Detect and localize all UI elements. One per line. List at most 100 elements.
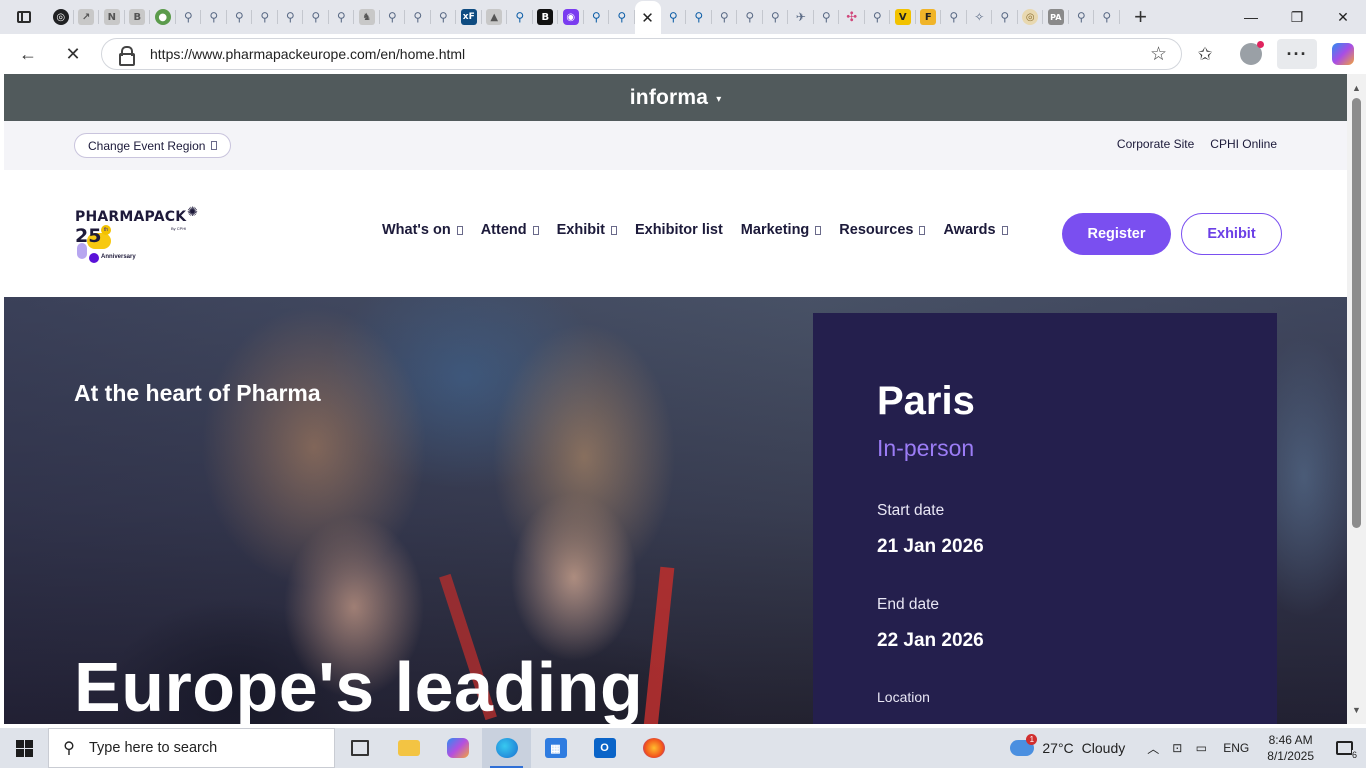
tab-actions-icon[interactable] bbox=[0, 0, 48, 34]
tab[interactable]: ✈ bbox=[788, 0, 814, 34]
tab[interactable]: ▲ bbox=[482, 0, 508, 34]
register-button[interactable]: Register bbox=[1062, 213, 1171, 255]
scrollbar-thumb[interactable] bbox=[1352, 98, 1361, 528]
tab[interactable]: ⚲ bbox=[507, 0, 533, 34]
tab[interactable]: ⚲ bbox=[405, 0, 431, 34]
search-icon: ⚲ bbox=[234, 10, 244, 24]
battery-icon[interactable]: ▭ bbox=[1189, 741, 1213, 755]
tab[interactable]: PA bbox=[1043, 0, 1069, 34]
favorite-star-icon[interactable]: ☆ bbox=[1150, 43, 1167, 66]
close-window-icon[interactable]: ✕ bbox=[1320, 0, 1366, 34]
tab[interactable]: ⚲ bbox=[712, 0, 738, 34]
pharmapack-logo[interactable]: PHARMAPACK ✺ By CPHI 25 th Anniversary bbox=[75, 204, 205, 266]
cphi-online-link[interactable]: CPHI Online bbox=[1210, 137, 1277, 151]
address-bar[interactable]: https://www.pharmapackeurope.com/en/home… bbox=[101, 38, 1182, 70]
language-indicator[interactable]: ENG bbox=[1223, 741, 1249, 755]
tab[interactable]: ⚲ bbox=[992, 0, 1018, 34]
menu-dots-icon[interactable]: ··· bbox=[1277, 39, 1317, 69]
tab[interactable]: ◉ bbox=[558, 0, 584, 34]
informa-logo[interactable]: informa bbox=[630, 86, 708, 110]
tab[interactable]: N bbox=[99, 0, 125, 34]
folder-icon bbox=[397, 740, 420, 756]
corporate-site-link[interactable]: Corporate Site bbox=[1117, 137, 1194, 151]
restore-icon[interactable]: ❐ bbox=[1274, 0, 1320, 34]
tab[interactable]: ⚲ bbox=[252, 0, 278, 34]
copilot-button[interactable] bbox=[1320, 34, 1366, 74]
tab[interactable]: ♞ bbox=[354, 0, 380, 34]
tab[interactable]: ◎ bbox=[48, 0, 74, 34]
tab[interactable]: ⚲ bbox=[1069, 0, 1095, 34]
clock[interactable]: 8:46 AM 8/1/2025 bbox=[1267, 732, 1314, 764]
tab[interactable]: V bbox=[890, 0, 916, 34]
nav-item-resources[interactable]: Resources bbox=[839, 222, 926, 238]
new-tab-button[interactable]: + bbox=[1126, 0, 1156, 34]
file-explorer-button[interactable] bbox=[384, 728, 433, 768]
scroll-up-icon[interactable]: ▲ bbox=[1347, 80, 1366, 96]
chevron-up-icon[interactable]: ︿ bbox=[1141, 740, 1165, 757]
search-icon: ⚲ bbox=[821, 10, 831, 24]
close-tab-icon[interactable]: ✕ bbox=[641, 9, 654, 27]
profile-button[interactable] bbox=[1228, 34, 1274, 74]
tab[interactable]: B bbox=[533, 0, 559, 34]
tab[interactable]: ⚲ bbox=[814, 0, 840, 34]
back-arrow-icon[interactable]: ← bbox=[10, 36, 46, 72]
active-tab[interactable]: ✕ bbox=[634, 1, 661, 35]
tab[interactable]: ⚲ bbox=[661, 0, 687, 34]
favorites-icon[interactable]: ✩ bbox=[1182, 34, 1228, 74]
copilot-app-button[interactable] bbox=[433, 728, 482, 768]
change-event-region-button[interactable]: Change Event Region bbox=[74, 133, 232, 158]
tab[interactable]: ⚲ bbox=[763, 0, 789, 34]
nav-item-marketing[interactable]: Marketing bbox=[741, 222, 822, 238]
nav-item-exhibit[interactable]: Exhibit bbox=[557, 222, 617, 238]
url-text[interactable]: https://www.pharmapackeurope.com/en/home… bbox=[150, 46, 465, 62]
network-icon[interactable]: ⊡ bbox=[1165, 741, 1189, 755]
tab[interactable]: ⚲ bbox=[278, 0, 304, 34]
nav-item-exhibitor-list[interactable]: Exhibitor list bbox=[635, 222, 723, 238]
tab[interactable]: ⚲ bbox=[176, 0, 202, 34]
tab[interactable]: ⚲ bbox=[609, 0, 635, 34]
tab[interactable]: ● bbox=[150, 0, 176, 34]
page-scrollbar[interactable]: ▲ ▼ bbox=[1347, 74, 1366, 724]
search-placeholder[interactable]: Type here to search bbox=[89, 740, 217, 756]
stop-loading-icon[interactable]: ✕ bbox=[55, 36, 91, 72]
nav-item-attend[interactable]: Attend bbox=[481, 222, 539, 238]
weather-widget[interactable]: 1 27°C Cloudy bbox=[1010, 734, 1125, 756]
informa-bar[interactable]: informa ▾ bbox=[4, 74, 1347, 121]
tab[interactable]: B bbox=[125, 0, 151, 34]
tab[interactable]: ⚲ bbox=[329, 0, 355, 34]
tab[interactable]: ◎ bbox=[1018, 0, 1044, 34]
tab[interactable]: F bbox=[916, 0, 942, 34]
tab[interactable]: ⚲ bbox=[865, 0, 891, 34]
tab[interactable]: ⚲ bbox=[584, 0, 610, 34]
tab[interactable]: ⚲ bbox=[303, 0, 329, 34]
tab[interactable]: ✧ bbox=[967, 0, 993, 34]
tab[interactable]: ⚲ bbox=[737, 0, 763, 34]
tab[interactable]: ✣ bbox=[839, 0, 865, 34]
edge-app-button[interactable] bbox=[482, 728, 531, 768]
outlook-app-button[interactable]: O bbox=[580, 728, 629, 768]
notification-center-button[interactable]: 6 bbox=[1322, 728, 1366, 768]
tab[interactable]: ⚲ bbox=[941, 0, 967, 34]
tab[interactable]: ⚲ bbox=[431, 0, 457, 34]
scroll-down-icon[interactable]: ▼ bbox=[1347, 702, 1366, 718]
tab[interactable]: ⚲ bbox=[686, 0, 712, 34]
nav-item-awards[interactable]: Awards bbox=[943, 222, 1008, 238]
main-navigation: PHARMAPACK ✺ By CPHI 25 th Anniversary W… bbox=[4, 170, 1347, 297]
chevron-down-icon[interactable]: ▾ bbox=[716, 94, 721, 105]
search-icon: ⚲ bbox=[949, 10, 959, 24]
start-button[interactable] bbox=[0, 728, 48, 768]
store-app-button[interactable]: ▦ bbox=[531, 728, 580, 768]
tab[interactable]: ⚲ bbox=[1094, 0, 1120, 34]
firefox-app-button[interactable] bbox=[629, 728, 678, 768]
tab[interactable]: ↗ bbox=[74, 0, 100, 34]
tab[interactable]: ⚲ bbox=[201, 0, 227, 34]
lock-icon[interactable] bbox=[118, 46, 135, 66]
nav-item-whats-on[interactable]: What's on bbox=[382, 222, 463, 238]
exhibit-button[interactable]: Exhibit bbox=[1181, 213, 1282, 255]
tab[interactable]: xF bbox=[456, 0, 482, 34]
tab[interactable]: ⚲ bbox=[380, 0, 406, 34]
taskbar-search[interactable]: ⚲ Type here to search bbox=[48, 728, 335, 768]
tab[interactable]: ⚲ bbox=[227, 0, 253, 34]
task-view-button[interactable] bbox=[335, 728, 384, 768]
minimize-icon[interactable]: — bbox=[1228, 0, 1274, 34]
